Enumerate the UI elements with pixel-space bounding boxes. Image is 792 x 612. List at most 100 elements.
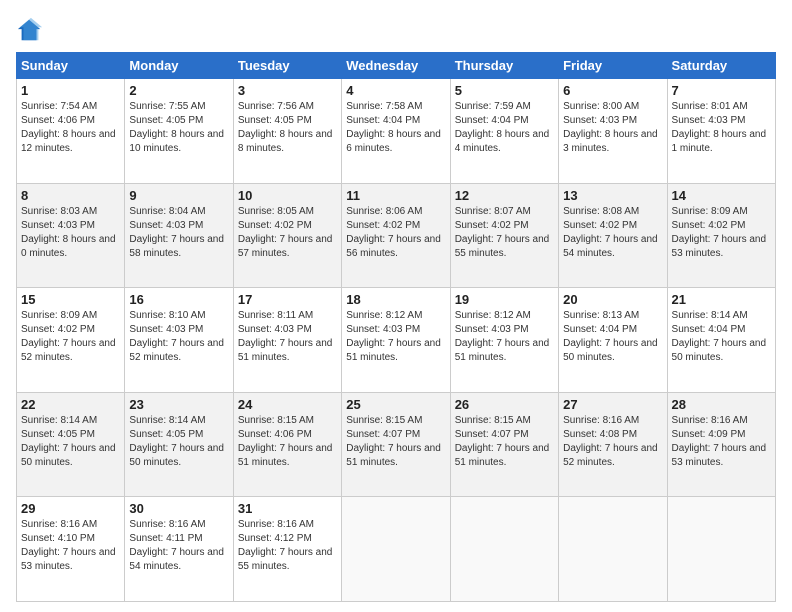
day-number: 28 bbox=[672, 397, 771, 412]
day-number: 2 bbox=[129, 83, 228, 98]
calendar-cell: 29 Sunrise: 8:16 AMSunset: 4:10 PMDayligh… bbox=[17, 497, 125, 602]
day-number: 6 bbox=[563, 83, 662, 98]
calendar-cell bbox=[667, 497, 775, 602]
calendar-cell: 4Sunrise: 7:58 AMSunset: 4:04 PMDaylight… bbox=[342, 79, 450, 184]
cell-info: Sunrise: 7:55 AMSunset: 4:05 PMDaylight:… bbox=[129, 100, 228, 156]
calendar-cell: 24 Sunrise: 8:15 AMSunset: 4:06 PMDayligh… bbox=[233, 392, 341, 497]
col-header-wednesday: Wednesday bbox=[342, 53, 450, 79]
calendar-cell: 15 Sunrise: 8:09 AMSunset: 4:02 PMDayligh… bbox=[17, 288, 125, 393]
calendar-cell: 16 Sunrise: 8:10 AMSunset: 4:03 PMDayligh… bbox=[125, 288, 233, 393]
day-number: 25 bbox=[346, 397, 445, 412]
calendar-table: SundayMondayTuesdayWednesdayThursdayFrid… bbox=[16, 52, 776, 602]
day-number: 29 bbox=[21, 501, 120, 516]
page: SundayMondayTuesdayWednesdayThursdayFrid… bbox=[0, 0, 792, 612]
week-row-4: 29 Sunrise: 8:16 AMSunset: 4:10 PMDayligh… bbox=[17, 497, 776, 602]
calendar-cell: 27Sunrise: 8:16 AMSunset: 4:08 PMDayligh… bbox=[559, 392, 667, 497]
header bbox=[16, 16, 776, 44]
day-number: 14 bbox=[672, 188, 771, 203]
calendar-cell: 30 Sunrise: 8:16 AMSunset: 4:11 PMDayligh… bbox=[125, 497, 233, 602]
cell-info: Sunrise: 8:12 AMSunset: 4:03 PMDaylight:… bbox=[346, 309, 445, 365]
day-number: 8 bbox=[21, 188, 120, 203]
day-number: 10 bbox=[238, 188, 337, 203]
calendar-cell: 12Sunrise: 8:07 AMSunset: 4:02 PMDayligh… bbox=[450, 183, 558, 288]
cell-info: Sunrise: 8:07 AMSunset: 4:02 PMDaylight:… bbox=[455, 205, 554, 261]
cell-info: Sunrise: 8:15 AMSunset: 4:07 PMDaylight:… bbox=[455, 414, 554, 470]
day-number: 17 bbox=[238, 292, 337, 307]
cell-info: Sunrise: 8:14 AMSunset: 4:05 PMDaylight:… bbox=[129, 414, 228, 470]
calendar-cell bbox=[559, 497, 667, 602]
day-number: 16 bbox=[129, 292, 228, 307]
calendar-cell: 31Sunrise: 8:16 AMSunset: 4:12 PMDayligh… bbox=[233, 497, 341, 602]
cell-info: Sunrise: 8:14 AMSunset: 4:05 PMDaylight:… bbox=[21, 414, 120, 470]
logo bbox=[16, 16, 48, 44]
col-header-tuesday: Tuesday bbox=[233, 53, 341, 79]
week-row-2: 15 Sunrise: 8:09 AMSunset: 4:02 PMDayligh… bbox=[17, 288, 776, 393]
col-header-sunday: Sunday bbox=[17, 53, 125, 79]
calendar-cell: 14Sunrise: 8:09 AMSunset: 4:02 PMDayligh… bbox=[667, 183, 775, 288]
day-number: 24 bbox=[238, 397, 337, 412]
day-number: 11 bbox=[346, 188, 445, 203]
cell-info: Sunrise: 8:13 AMSunset: 4:04 PMDaylight:… bbox=[563, 309, 662, 365]
calendar-cell: 6 Sunrise: 8:00 AMSunset: 4:03 PMDaylight… bbox=[559, 79, 667, 184]
calendar-cell: 13Sunrise: 8:08 AMSunset: 4:02 PMDayligh… bbox=[559, 183, 667, 288]
calendar-cell: 17Sunrise: 8:11 AMSunset: 4:03 PMDayligh… bbox=[233, 288, 341, 393]
day-number: 22 bbox=[21, 397, 120, 412]
cell-info: Sunrise: 8:15 AMSunset: 4:07 PMDaylight:… bbox=[346, 414, 445, 470]
logo-icon bbox=[16, 16, 44, 44]
cell-info: Sunrise: 8:04 AMSunset: 4:03 PMDaylight:… bbox=[129, 205, 228, 261]
day-number: 5 bbox=[455, 83, 554, 98]
calendar-cell: 8 Sunrise: 8:03 AMSunset: 4:03 PMDaylight… bbox=[17, 183, 125, 288]
cell-info: Sunrise: 8:15 AMSunset: 4:06 PMDaylight:… bbox=[238, 414, 337, 470]
cell-info: Sunrise: 8:16 AMSunset: 4:11 PMDaylight:… bbox=[129, 518, 228, 574]
cell-info: Sunrise: 7:59 AMSunset: 4:04 PMDaylight:… bbox=[455, 100, 554, 156]
day-number: 1 bbox=[21, 83, 120, 98]
calendar-cell: 21 Sunrise: 8:14 AMSunset: 4:04 PMDayligh… bbox=[667, 288, 775, 393]
calendar-cell: 2 Sunrise: 7:55 AMSunset: 4:05 PMDaylight… bbox=[125, 79, 233, 184]
calendar-cell: 23 Sunrise: 8:14 AMSunset: 4:05 PMDayligh… bbox=[125, 392, 233, 497]
calendar-cell: 26 Sunrise: 8:15 AMSunset: 4:07 PMDayligh… bbox=[450, 392, 558, 497]
calendar-cell: 10 Sunrise: 8:05 AMSunset: 4:02 PMDayligh… bbox=[233, 183, 341, 288]
cell-info: Sunrise: 8:16 AMSunset: 4:10 PMDaylight:… bbox=[21, 518, 120, 574]
calendar-header-row: SundayMondayTuesdayWednesdayThursdayFrid… bbox=[17, 53, 776, 79]
cell-info: Sunrise: 7:54 AMSunset: 4:06 PMDaylight:… bbox=[21, 100, 120, 156]
cell-info: Sunrise: 8:12 AMSunset: 4:03 PMDaylight:… bbox=[455, 309, 554, 365]
day-number: 15 bbox=[21, 292, 120, 307]
cell-info: Sunrise: 8:06 AMSunset: 4:02 PMDaylight:… bbox=[346, 205, 445, 261]
calendar-cell bbox=[342, 497, 450, 602]
day-number: 9 bbox=[129, 188, 228, 203]
week-row-0: 1 Sunrise: 7:54 AMSunset: 4:06 PMDaylight… bbox=[17, 79, 776, 184]
cell-info: Sunrise: 7:56 AMSunset: 4:05 PMDaylight:… bbox=[238, 100, 337, 156]
day-number: 4 bbox=[346, 83, 445, 98]
cell-info: Sunrise: 8:16 AMSunset: 4:08 PMDaylight:… bbox=[563, 414, 662, 470]
calendar-cell: 25 Sunrise: 8:15 AMSunset: 4:07 PMDayligh… bbox=[342, 392, 450, 497]
day-number: 7 bbox=[672, 83, 771, 98]
day-number: 21 bbox=[672, 292, 771, 307]
day-number: 20 bbox=[563, 292, 662, 307]
calendar-cell: 18Sunrise: 8:12 AMSunset: 4:03 PMDayligh… bbox=[342, 288, 450, 393]
day-number: 23 bbox=[129, 397, 228, 412]
day-number: 13 bbox=[563, 188, 662, 203]
col-header-saturday: Saturday bbox=[667, 53, 775, 79]
cell-info: Sunrise: 8:03 AMSunset: 4:03 PMDaylight:… bbox=[21, 205, 120, 261]
week-row-3: 22 Sunrise: 8:14 AMSunset: 4:05 PMDayligh… bbox=[17, 392, 776, 497]
cell-info: Sunrise: 8:09 AMSunset: 4:02 PMDaylight:… bbox=[21, 309, 120, 365]
col-header-thursday: Thursday bbox=[450, 53, 558, 79]
col-header-friday: Friday bbox=[559, 53, 667, 79]
calendar-cell: 5 Sunrise: 7:59 AMSunset: 4:04 PMDaylight… bbox=[450, 79, 558, 184]
calendar-cell: 28Sunrise: 8:16 AMSunset: 4:09 PMDayligh… bbox=[667, 392, 775, 497]
day-number: 26 bbox=[455, 397, 554, 412]
calendar-cell: 1 Sunrise: 7:54 AMSunset: 4:06 PMDaylight… bbox=[17, 79, 125, 184]
calendar-cell: 9 Sunrise: 8:04 AMSunset: 4:03 PMDaylight… bbox=[125, 183, 233, 288]
calendar-cell: 7 Sunrise: 8:01 AMSunset: 4:03 PMDaylight… bbox=[667, 79, 775, 184]
week-row-1: 8 Sunrise: 8:03 AMSunset: 4:03 PMDaylight… bbox=[17, 183, 776, 288]
cell-info: Sunrise: 8:14 AMSunset: 4:04 PMDaylight:… bbox=[672, 309, 771, 365]
cell-info: Sunrise: 8:00 AMSunset: 4:03 PMDaylight:… bbox=[563, 100, 662, 156]
calendar-cell: 20 Sunrise: 8:13 AMSunset: 4:04 PMDayligh… bbox=[559, 288, 667, 393]
calendar-cell bbox=[450, 497, 558, 602]
cell-info: Sunrise: 8:10 AMSunset: 4:03 PMDaylight:… bbox=[129, 309, 228, 365]
calendar-cell: 22 Sunrise: 8:14 AMSunset: 4:05 PMDayligh… bbox=[17, 392, 125, 497]
day-number: 30 bbox=[129, 501, 228, 516]
calendar-cell: 3Sunrise: 7:56 AMSunset: 4:05 PMDaylight… bbox=[233, 79, 341, 184]
cell-info: Sunrise: 8:01 AMSunset: 4:03 PMDaylight:… bbox=[672, 100, 771, 156]
cell-info: Sunrise: 8:05 AMSunset: 4:02 PMDaylight:… bbox=[238, 205, 337, 261]
